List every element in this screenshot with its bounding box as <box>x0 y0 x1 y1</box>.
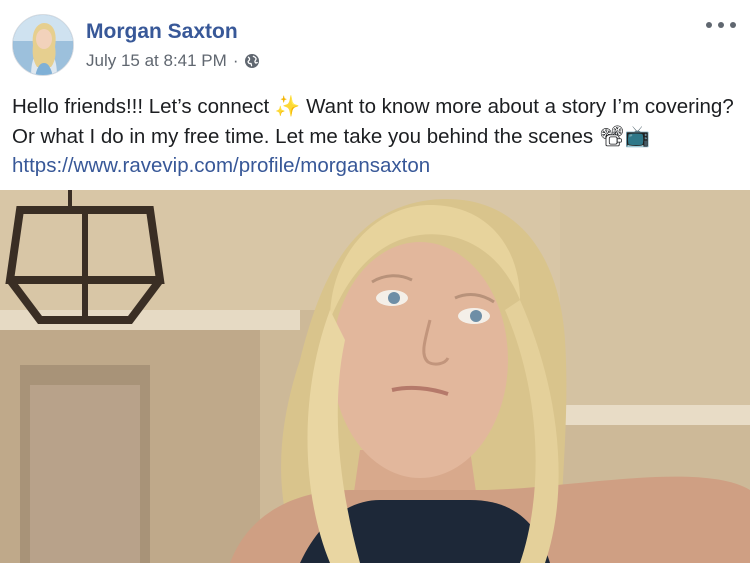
television-emoji: 📺 <box>624 123 651 148</box>
sparkles-emoji: ✨ <box>274 94 301 118</box>
more-options-button[interactable] <box>706 16 736 34</box>
globe-icon[interactable] <box>244 53 260 69</box>
author-name[interactable]: Morgan Saxton <box>86 20 238 44</box>
post-timestamp[interactable]: July 15 at 8:41 PM <box>86 51 227 71</box>
author-avatar[interactable] <box>12 14 74 76</box>
post-meta: July 15 at 8:41 PM · <box>86 51 260 71</box>
profile-link[interactable]: https://www.ravevip.com/profile/morgansa… <box>12 154 430 177</box>
post-message: Hello friends!!! Let’s connect ✨ Want to… <box>12 92 738 181</box>
more-options-icon <box>706 22 712 28</box>
post-text-part1: Hello friends!!! Let’s connect <box>12 95 275 118</box>
meta-separator: · <box>232 51 239 70</box>
film-projector-emoji: 📽 <box>598 123 625 148</box>
post-video[interactable] <box>0 190 750 563</box>
more-options-icon-dot <box>730 22 736 28</box>
more-options-icon-dot <box>718 22 724 28</box>
post-header: Morgan Saxton July 15 at 8:41 PM · <box>0 0 750 88</box>
